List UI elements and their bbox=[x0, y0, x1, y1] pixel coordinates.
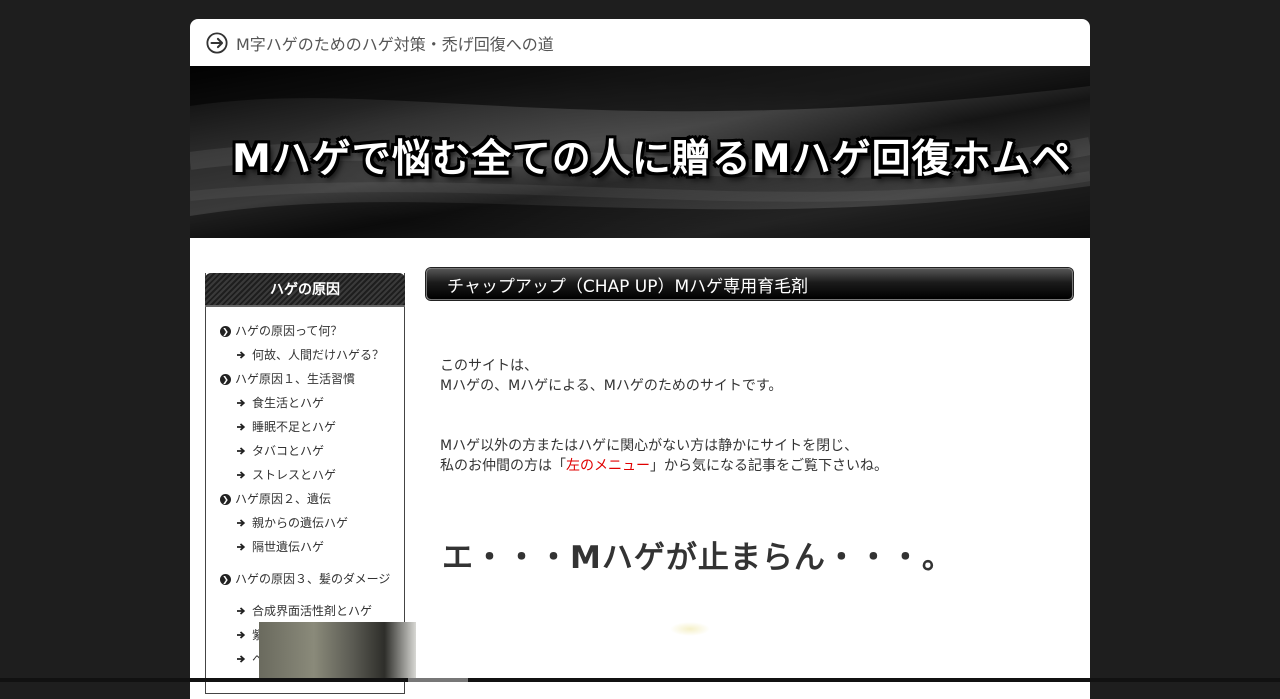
left-menu-link[interactable]: 左のメニュー bbox=[566, 458, 650, 474]
sidebar-item-label: ハゲの原因３、髪のダメージ bbox=[235, 571, 391, 586]
scrollbar-thumb[interactable] bbox=[408, 678, 468, 682]
sidebar-menu: ❯ ハゲの原因って何？ 何故、人間だけハゲる？ ❯ ハゲ原因１、生活習慣食生活とハゲ 睡眠… bbox=[206, 307, 404, 671]
page-container: M字ハゲのためのハゲ対策・禿げ回復への道 Mハゲで悩む全ての人に贈るMハゲ回復ホ… bbox=[190, 19, 1090, 699]
arrow-circle-icon bbox=[206, 31, 228, 54]
intro-line-2: Mハゲの、Mハゲによる、Mハゲのためのサイトです。 bbox=[440, 378, 783, 394]
arrow-right-icon bbox=[237, 423, 246, 431]
sidebar-item[interactable]: 親からの遺伝ハゲ bbox=[206, 511, 404, 535]
notice-text-after: 」から気になる記事をご覧下さいね。 bbox=[650, 458, 888, 474]
sidebar-item-label: 食生活とハゲ bbox=[252, 395, 325, 410]
sidebar-item-label: 隔世遺伝ハゲ bbox=[252, 539, 325, 554]
arrow-right-icon bbox=[237, 607, 246, 615]
page-body: ハゲの原因 ❯ ハゲの原因って何？ 何故、人間だけハゲる？ ❯ ハゲ原因１、生活習慣食生… bbox=[190, 238, 1090, 694]
banner-title: Mハゲで悩む全ての人に贈るMハゲ回復ホムペ bbox=[232, 137, 1072, 182]
header-banner: Mハゲで悩む全ての人に贈るMハゲ回復ホムペ bbox=[190, 66, 1090, 238]
sidebar-item[interactable]: ❯ ハゲ原因１、生活習慣 bbox=[206, 367, 404, 391]
sidebar-item[interactable]: ❯ ハゲ原因２、遺伝 bbox=[206, 487, 404, 511]
arrow-right-icon bbox=[237, 399, 246, 407]
sidebar-item[interactable]: 睡眠不足とハゲ bbox=[206, 415, 404, 439]
arrow-right-icon bbox=[237, 447, 246, 455]
article-photo bbox=[259, 622, 416, 682]
site-tagline-bar: M字ハゲのためのハゲ対策・禿げ回復への道 bbox=[190, 19, 1090, 66]
chevron-circle-icon: ❯ bbox=[220, 373, 231, 385]
sidebar-item-label: 睡眠不足とハゲ bbox=[252, 419, 337, 434]
photo-highlight bbox=[670, 622, 710, 636]
sidebar-item[interactable]: ストレスとハゲ bbox=[206, 463, 404, 487]
notice-text-before: 私のお仲間の方は「 bbox=[440, 458, 566, 474]
intro-line-1: このサイトは、 bbox=[440, 358, 538, 374]
arrow-right-icon bbox=[237, 519, 246, 527]
arrow-right-icon bbox=[237, 351, 246, 359]
arrow-right-icon bbox=[237, 543, 246, 551]
article-heading: チャップアップ（CHAP UP）Mハゲ専用育毛剤 bbox=[426, 268, 1073, 300]
horizontal-scrollbar[interactable] bbox=[0, 678, 1280, 682]
notice-line-1: Mハゲ以外の方またはハゲに関心がない方は静かにサイトを閉じ、 bbox=[440, 438, 859, 454]
sidebar-item-label: 親からの遺伝ハゲ bbox=[252, 515, 349, 530]
sidebar-item-label: 合成界面活性剤とハゲ bbox=[252, 603, 373, 618]
site-tagline[interactable]: M字ハゲのためのハゲ対策・禿げ回復への道 bbox=[236, 31, 554, 55]
sidebar-item[interactable]: 隔世遺伝ハゲ bbox=[206, 535, 404, 559]
sidebar-item[interactable]: 何故、人間だけハゲる？ bbox=[206, 343, 404, 367]
chevron-circle-icon: ❯ bbox=[220, 325, 231, 337]
chevron-circle-icon: ❯ bbox=[220, 493, 231, 505]
notice-paragraph: Mハゲ以外の方またはハゲに関心がない方は静かにサイトを閉じ、 私のお仲間の方は「… bbox=[440, 436, 1076, 476]
main-content: チャップアップ（CHAP UP）Mハゲ専用育毛剤 このサイトは、 Mハゲの、Mハ… bbox=[426, 268, 1076, 577]
sidebar-item[interactable]: ❯ ハゲの原因って何？ bbox=[206, 319, 404, 343]
arrow-right-icon bbox=[237, 655, 246, 663]
sidebar-item-label: ハゲの原因って何？ bbox=[235, 323, 343, 338]
sidebar-item[interactable]: 食生活とハゲ bbox=[206, 391, 404, 415]
sidebar-item[interactable]: 合成界面活性剤とハゲ bbox=[206, 599, 404, 623]
sidebar-heading: ハゲの原因 bbox=[205, 273, 405, 307]
sidebar-item-label: 何故、人間だけハゲる？ bbox=[252, 347, 385, 362]
intro-paragraph: このサイトは、 Mハゲの、Mハゲによる、Mハゲのためのサイトです。 bbox=[440, 356, 1076, 396]
sidebar-item-label: ハゲ原因２、遺伝 bbox=[235, 491, 332, 506]
sidebar-item-label: タバコとハゲ bbox=[252, 443, 325, 458]
sidebar-item-label: ハゲ原因１、生活習慣 bbox=[235, 371, 356, 386]
sidebar-item[interactable]: ❯ ハゲの原因３、髪のダメージ bbox=[206, 559, 404, 599]
sidebar-item[interactable]: タバコとハゲ bbox=[206, 439, 404, 463]
chevron-circle-icon: ❯ bbox=[220, 573, 231, 585]
sidebar-item-label: ストレスとハゲ bbox=[252, 467, 337, 482]
notice-line-2: 私のお仲間の方は「左のメニュー」から気になる記事をご覧下さいね。 bbox=[440, 456, 1076, 476]
arrow-right-icon bbox=[237, 631, 246, 639]
section-heading: エ・・・Mハゲが止まらん・・・。 bbox=[442, 540, 954, 576]
arrow-right-icon bbox=[237, 471, 246, 479]
